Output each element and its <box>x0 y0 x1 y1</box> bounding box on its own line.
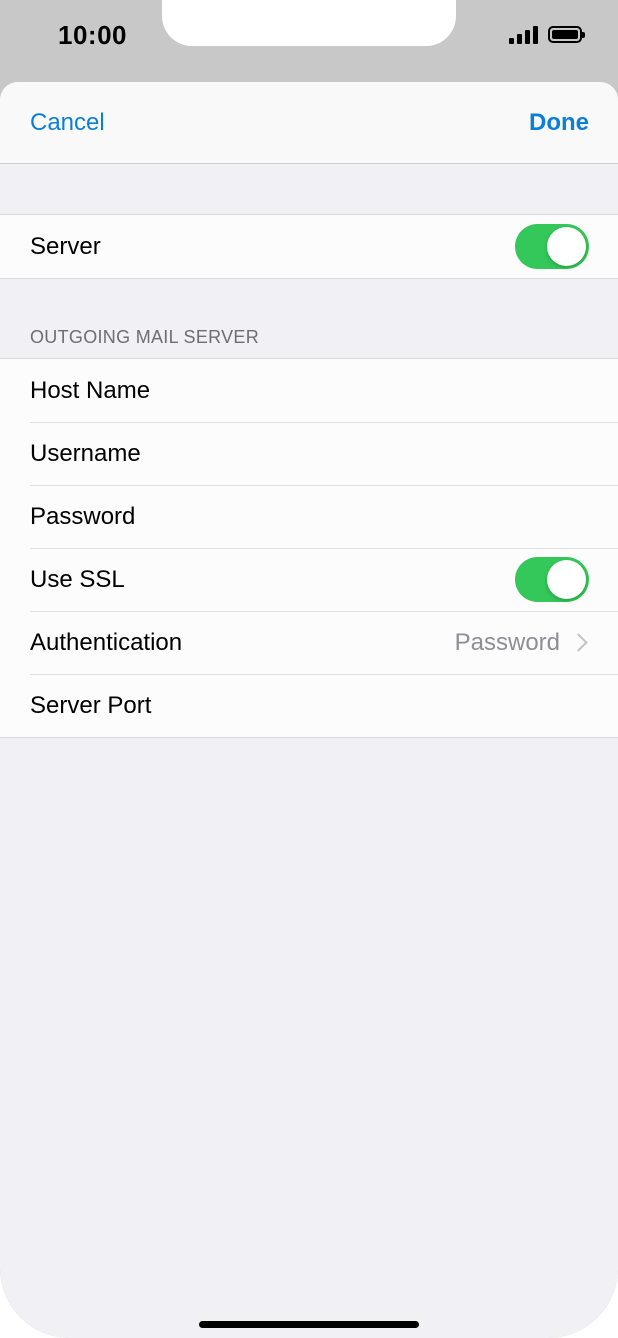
notch <box>162 0 456 46</box>
authentication-value: Password <box>454 628 560 656</box>
status-time: 10:00 <box>58 20 127 50</box>
outgoing-server-group: Host Name Username Password Use SSL Auth… <box>0 358 618 738</box>
authentication-label: Authentication <box>30 628 183 656</box>
username-row[interactable]: Username <box>0 422 618 485</box>
server-toggle[interactable] <box>515 224 589 269</box>
device-frame: 10:00 Cancel Done Server OUTGOING MAIL S… <box>0 0 618 1338</box>
settings-sheet: Cancel Done Server OUTGOING MAIL SERVER … <box>0 82 618 1338</box>
use-ssl-row: Use SSL <box>0 548 618 611</box>
host-name-row[interactable]: Host Name <box>0 359 618 422</box>
authentication-row[interactable]: Authentication Password <box>0 611 618 674</box>
cancel-button[interactable]: Cancel <box>30 109 105 137</box>
username-label: Username <box>30 439 141 467</box>
section-header-outgoing: OUTGOING MAIL SERVER <box>30 327 260 347</box>
navigation-bar: Cancel Done <box>0 82 618 164</box>
home-indicator <box>199 1321 419 1328</box>
server-label: Server <box>30 232 101 260</box>
signal-icon <box>509 24 538 44</box>
use-ssl-label: Use SSL <box>30 565 125 593</box>
toggle-knob <box>547 560 586 599</box>
host-name-label: Host Name <box>30 376 151 404</box>
use-ssl-toggle[interactable] <box>515 557 589 602</box>
password-row[interactable]: Password <box>0 485 618 548</box>
battery-icon <box>548 25 585 43</box>
server-port-row[interactable]: Server Port <box>0 674 618 737</box>
chevron-right-icon <box>569 633 588 652</box>
password-label: Password <box>30 502 136 530</box>
status-icons <box>509 24 585 44</box>
toggle-knob <box>547 227 586 266</box>
done-button[interactable]: Done <box>529 109 589 137</box>
server-port-label: Server Port <box>30 691 152 719</box>
server-group: Server <box>0 214 618 279</box>
server-row: Server <box>0 215 618 278</box>
